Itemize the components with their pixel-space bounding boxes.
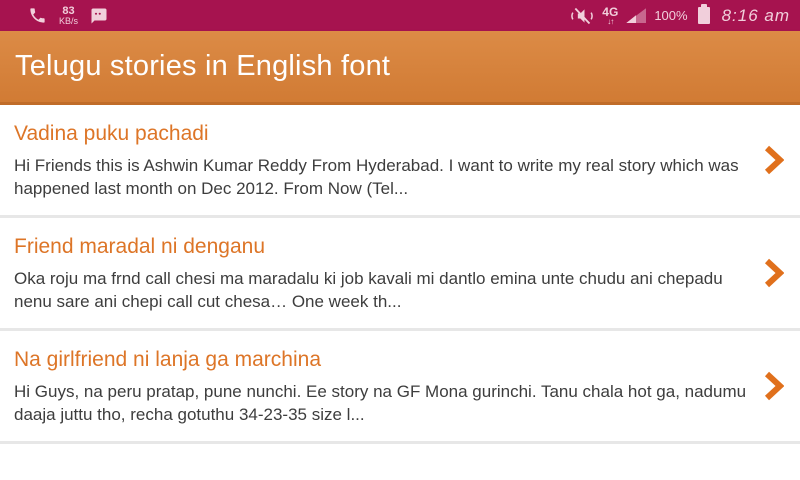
chat-bubble-icon — [90, 7, 108, 25]
story-list-item[interactable]: Na girlfriend ni lanja ga marchina Hi Gu… — [0, 331, 800, 441]
network-speed-value: 83 — [62, 6, 74, 16]
status-bar: 83 KB/s 4G ↓↑ 100% 8:16 am — [0, 0, 800, 31]
chevron-right-icon[interactable] — [764, 145, 784, 175]
battery-percent-label: 100% — [654, 8, 687, 23]
phone-icon — [28, 6, 47, 25]
list-divider — [0, 441, 800, 444]
network-speed-unit: KB/s — [59, 16, 78, 26]
status-bar-right: 4G ↓↑ 100% 8:16 am — [570, 6, 790, 26]
story-excerpt: Hi Friends this is Ashwin Kumar Reddy Fr… — [14, 154, 754, 200]
chevron-right-icon[interactable] — [764, 371, 784, 401]
story-title[interactable]: Vadina puku pachadi — [14, 122, 754, 146]
story-list-item[interactable]: Vadina puku pachadi Hi Friends this is A… — [0, 105, 800, 215]
signal-strength-icon — [626, 8, 646, 23]
network-type-label: 4G — [602, 7, 618, 18]
story-title[interactable]: Friend maradal ni denganu — [14, 235, 754, 259]
network-speed: 83 KB/s — [59, 6, 78, 26]
status-clock: 8:16 am — [722, 6, 790, 26]
story-title[interactable]: Na girlfriend ni lanja ga marchina — [14, 348, 754, 372]
story-list: Vadina puku pachadi Hi Friends this is A… — [0, 105, 800, 444]
status-bar-left: 83 KB/s — [10, 6, 108, 26]
network-4g-icon: 4G ↓↑ — [602, 7, 618, 25]
app-header: Telugu stories in English font — [0, 31, 800, 105]
vibrate-mute-icon — [570, 6, 594, 26]
story-list-item[interactable]: Friend maradal ni denganu Oka roju ma fr… — [0, 218, 800, 328]
data-arrows: ↓↑ — [607, 18, 613, 25]
page-title: Telugu stories in English font — [15, 50, 390, 83]
chevron-right-icon[interactable] — [764, 258, 784, 288]
battery-icon — [698, 7, 710, 24]
story-excerpt: Oka roju ma frnd call chesi ma maradalu … — [14, 267, 754, 313]
story-excerpt: Hi Guys, na peru pratap, pune nunchi. Ee… — [14, 380, 754, 426]
signal-triangle-fill — [626, 15, 636, 23]
